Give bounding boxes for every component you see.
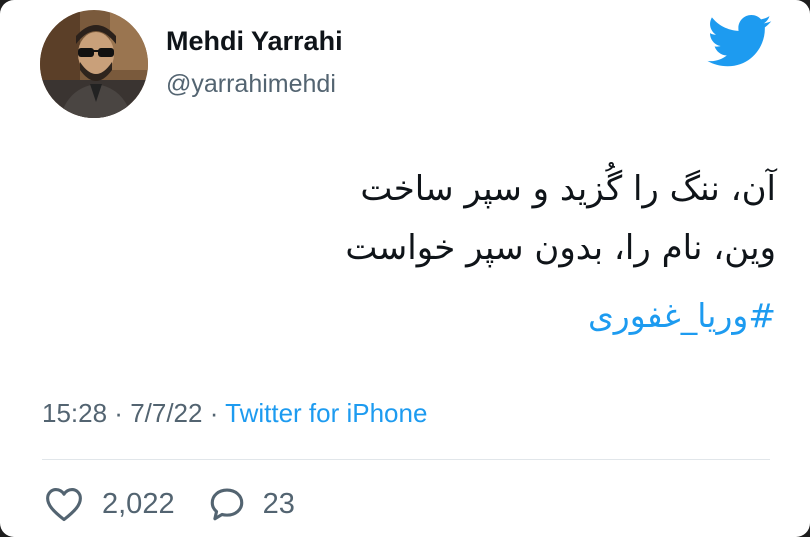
profile-photo — [40, 10, 148, 118]
reply-button[interactable]: 23 — [207, 486, 295, 522]
tweet-time[interactable]: 15:28 — [42, 398, 107, 428]
display-name[interactable]: Mehdi Yarrahi — [166, 26, 343, 57]
hashtag-link[interactable]: #وریا_غفوری — [588, 296, 776, 335]
tweet-card: Mehdi Yarrahi @yarrahimehdi آن، ننگ را گ… — [0, 0, 810, 537]
user-handle[interactable]: @yarrahimehdi — [166, 70, 336, 99]
like-button[interactable]: 2,022 — [44, 486, 175, 522]
tweet-date[interactable]: 7/7/22 — [130, 398, 202, 428]
divider — [42, 459, 770, 460]
meta-separator: · — [202, 398, 226, 428]
speech-bubble-icon — [207, 486, 247, 522]
reply-count: 23 — [262, 487, 295, 520]
tweet-metadata: 15:28 · 7/7/22 · Twitter for iPhone — [42, 398, 427, 429]
tweet-text: آن، ننگ را گُزید و سپر ساخت وین، نام را،… — [176, 160, 776, 278]
tweet-source-link[interactable]: Twitter for iPhone — [225, 398, 427, 428]
avatar[interactable] — [40, 10, 148, 118]
like-count: 2,022 — [102, 487, 175, 520]
tweet-line-2: وین، نام را، بدون سپر خواست — [345, 228, 776, 268]
heart-icon — [44, 486, 84, 522]
action-bar: 2,022 23 — [44, 484, 295, 524]
meta-separator: · — [107, 398, 131, 428]
tweet-line-1: آن، ننگ را گُزید و سپر ساخت — [360, 169, 776, 209]
twitter-bird-icon — [707, 15, 773, 69]
